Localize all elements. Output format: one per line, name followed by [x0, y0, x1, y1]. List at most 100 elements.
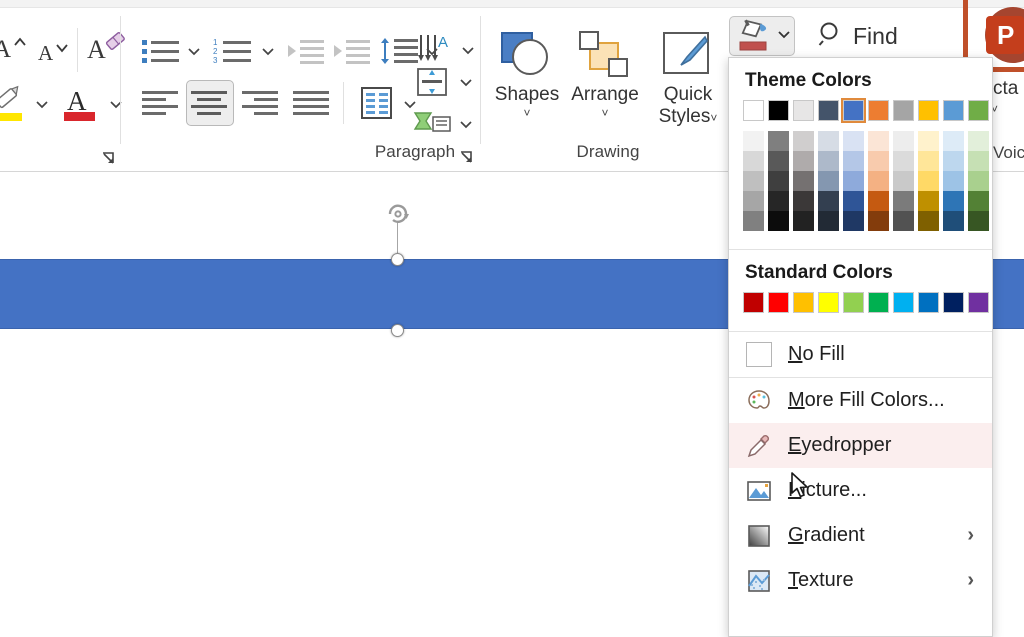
theme-variation-swatch[interactable]: [793, 191, 814, 211]
align-text-chevron-down-icon[interactable]: [458, 74, 474, 90]
standard-color-swatch[interactable]: [768, 292, 789, 313]
theme-variation-swatch[interactable]: [968, 171, 989, 191]
shapes-chevron-down-icon[interactable]: ˅: [488, 106, 566, 120]
theme-variation-swatch[interactable]: [918, 171, 939, 191]
theme-variation-swatch[interactable]: [793, 211, 814, 231]
theme-variation-swatch[interactable]: [843, 171, 864, 191]
menu-item-more-fill-colors[interactable]: More Fill Colors...: [729, 378, 992, 423]
theme-variation-swatch[interactable]: [893, 131, 914, 151]
standard-color-swatch[interactable]: [818, 292, 839, 313]
smartart-chevron-down-icon[interactable]: [458, 116, 474, 132]
clear-formatting-icon[interactable]: A: [87, 30, 127, 68]
theme-variation-swatch[interactable]: [843, 151, 864, 171]
theme-variation-swatch[interactable]: [893, 171, 914, 191]
theme-variation-swatch[interactable]: [918, 211, 939, 231]
quick-styles-button[interactable]: Quick Styles˅: [644, 26, 732, 128]
theme-color-swatch[interactable]: [893, 100, 914, 121]
theme-color-swatch[interactable]: [843, 100, 864, 121]
justify-icon[interactable]: [291, 86, 333, 120]
theme-color-variations-grid[interactable]: [729, 121, 992, 231]
shape-fill-dropdown[interactable]: Theme Colors Standard Colors No FillMore…: [728, 57, 993, 637]
arrange-chevron-down-icon[interactable]: ˅: [566, 106, 644, 120]
theme-variation-swatch[interactable]: [818, 191, 839, 211]
standard-color-swatch[interactable]: [968, 292, 989, 313]
text-highlight-chevron-down-icon[interactable]: [34, 96, 50, 112]
numbering-icon[interactable]: 1 2 3: [212, 34, 256, 68]
theme-variation-swatch[interactable]: [843, 131, 864, 151]
theme-color-swatch[interactable]: [818, 100, 839, 121]
theme-variation-swatch[interactable]: [868, 151, 889, 171]
theme-variation-swatch[interactable]: [868, 211, 889, 231]
theme-color-swatch[interactable]: [943, 100, 964, 121]
align-right-icon[interactable]: [240, 86, 282, 120]
theme-variation-swatch[interactable]: [968, 151, 989, 171]
theme-variation-swatch[interactable]: [893, 211, 914, 231]
shape-handle-bottom[interactable]: [391, 324, 404, 337]
menu-item-no-fill[interactable]: No Fill: [729, 332, 992, 377]
theme-variation-swatch[interactable]: [768, 131, 789, 151]
theme-variation-swatch[interactable]: [893, 191, 914, 211]
theme-variation-swatch[interactable]: [843, 211, 864, 231]
rotation-handle[interactable]: [385, 201, 411, 227]
theme-variation-swatch[interactable]: [818, 171, 839, 191]
align-left-icon[interactable]: [140, 86, 182, 120]
theme-variation-swatch[interactable]: [918, 191, 939, 211]
theme-variation-swatch[interactable]: [968, 131, 989, 151]
increase-font-size-icon[interactable]: A: [0, 30, 28, 66]
menu-item-eyedropper[interactable]: Eyedropper: [729, 423, 992, 468]
convert-to-smartart-icon[interactable]: [412, 106, 454, 142]
standard-color-swatch[interactable]: [943, 292, 964, 313]
arrange-button[interactable]: Arrange ˅: [566, 26, 644, 120]
theme-variation-swatch[interactable]: [868, 171, 889, 191]
theme-variation-swatch[interactable]: [818, 131, 839, 151]
theme-variation-swatch[interactable]: [943, 171, 964, 191]
theme-variation-swatch[interactable]: [868, 131, 889, 151]
numbering-chevron-down-icon[interactable]: [260, 43, 276, 59]
align-text-icon[interactable]: [412, 64, 452, 100]
bullets-chevron-down-icon[interactable]: [186, 43, 202, 59]
menu-item-gradient[interactable]: Gradient›: [729, 513, 992, 558]
menu-item-texture[interactable]: Texture›: [729, 558, 992, 603]
theme-variation-swatch[interactable]: [818, 151, 839, 171]
theme-variation-swatch[interactable]: [943, 211, 964, 231]
theme-variation-swatch[interactable]: [768, 211, 789, 231]
standard-colors-row[interactable]: [729, 292, 992, 313]
theme-variation-swatch[interactable]: [968, 191, 989, 211]
theme-color-swatch[interactable]: [968, 100, 989, 121]
decrease-font-size-icon[interactable]: A: [37, 34, 71, 68]
theme-color-swatch[interactable]: [868, 100, 889, 121]
decrease-indent-icon[interactable]: [286, 34, 326, 68]
theme-variation-swatch[interactable]: [768, 151, 789, 171]
theme-variation-swatch[interactable]: [743, 151, 764, 171]
bullets-icon[interactable]: [140, 34, 182, 68]
theme-variation-swatch[interactable]: [893, 151, 914, 171]
text-highlight-color-icon[interactable]: [0, 84, 30, 124]
standard-color-swatch[interactable]: [868, 292, 889, 313]
theme-colors-row[interactable]: [729, 100, 992, 121]
theme-variation-swatch[interactable]: [743, 171, 764, 191]
increase-indent-icon[interactable]: [332, 34, 372, 68]
standard-color-swatch[interactable]: [743, 292, 764, 313]
theme-color-swatch[interactable]: [918, 100, 939, 121]
theme-variation-swatch[interactable]: [743, 211, 764, 231]
standard-color-swatch[interactable]: [893, 292, 914, 313]
shape-handle-top[interactable]: [391, 253, 404, 266]
standard-color-swatch[interactable]: [918, 292, 939, 313]
font-color-icon[interactable]: A: [60, 82, 102, 124]
shape-fill-button[interactable]: [729, 16, 795, 56]
theme-variation-swatch[interactable]: [943, 191, 964, 211]
standard-color-swatch[interactable]: [843, 292, 864, 313]
theme-variation-swatch[interactable]: [918, 131, 939, 151]
font-color-chevron-down-icon[interactable]: [108, 96, 124, 112]
standard-color-swatch[interactable]: [793, 292, 814, 313]
theme-variation-swatch[interactable]: [818, 211, 839, 231]
theme-variation-swatch[interactable]: [743, 191, 764, 211]
theme-variation-swatch[interactable]: [943, 131, 964, 151]
shapes-button[interactable]: Shapes ˅: [488, 26, 566, 120]
theme-variation-swatch[interactable]: [868, 191, 889, 211]
theme-variation-swatch[interactable]: [793, 171, 814, 191]
theme-variation-swatch[interactable]: [743, 131, 764, 151]
theme-variation-swatch[interactable]: [793, 151, 814, 171]
theme-variation-swatch[interactable]: [768, 191, 789, 211]
theme-color-swatch[interactable]: [743, 100, 764, 121]
